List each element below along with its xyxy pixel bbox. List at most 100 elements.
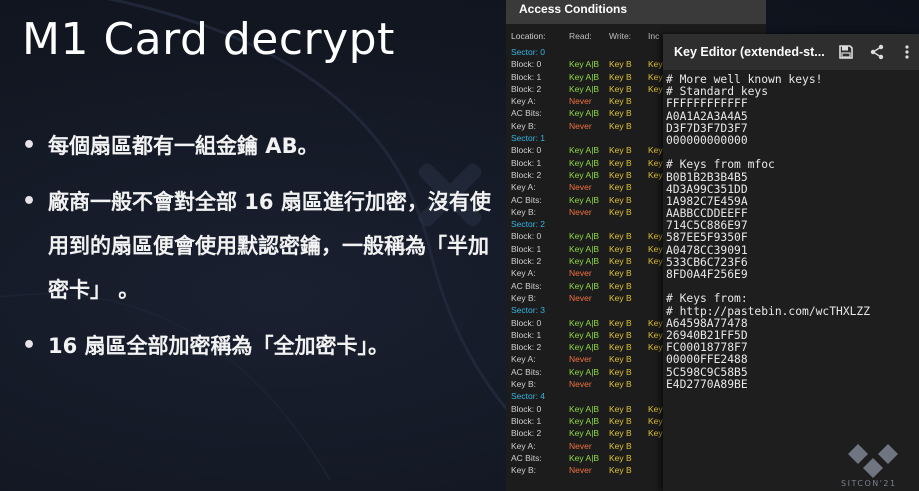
read-cell: Key A|B: [569, 452, 600, 463]
write-cell: Key B: [609, 452, 632, 463]
read-cell: Never: [569, 465, 592, 476]
write-cell: Key B: [609, 415, 632, 426]
share-icon[interactable]: [869, 44, 885, 60]
save-icon[interactable]: [838, 44, 854, 60]
location-cell: AC Bits:: [511, 452, 542, 463]
write-cell: Key B: [609, 169, 632, 180]
key-line: A0A1A2A3A4A5: [666, 109, 748, 123]
key-comment-line: # Keys from mfoc: [666, 158, 775, 172]
bullet-item: 16 扇區全部加密稱為「全加密卡」。: [22, 324, 502, 368]
read-cell: Key A|B: [569, 108, 600, 119]
write-cell: Key B: [609, 379, 632, 390]
sector-label: Sector: 4: [511, 391, 546, 402]
key-editor-window: Key Editor (extended-st... # More well k…: [663, 34, 919, 491]
key-line: 587EE5F9350F: [666, 231, 748, 245]
increment-cell: Key: [648, 415, 663, 426]
read-cell: Key A|B: [569, 317, 600, 328]
location-cell: Block: 2: [511, 342, 542, 353]
increment-cell: Key: [648, 157, 663, 168]
key-editor-title: Key Editor (extended-st...: [674, 45, 825, 59]
key-comment-line: # http://pastebin.com/wcTHXLZZ: [666, 304, 871, 318]
location-cell: Block: 2: [511, 83, 542, 94]
key-line: 000000000000: [666, 133, 748, 147]
read-cell: Key A|B: [569, 71, 600, 82]
write-cell: Key B: [609, 268, 632, 279]
write-cell: Key B: [609, 231, 632, 242]
write-cell: Key B: [609, 428, 632, 439]
access-conditions-header: Access Conditions: [506, 0, 766, 24]
key-line: 8FD0A4F256E9: [666, 268, 748, 281]
location-cell: Key B:: [511, 120, 537, 131]
location-cell: AC Bits:: [511, 366, 542, 377]
location-cell: Block: 1: [511, 329, 542, 340]
write-cell: Key B: [609, 280, 632, 291]
read-cell: Key A|B: [569, 145, 600, 156]
location-cell: Block: 0: [511, 317, 542, 328]
read-cell: Key A|B: [569, 169, 600, 180]
key-line: E4D2770A89BE: [666, 377, 748, 391]
write-cell: Key B: [609, 120, 632, 131]
increment-cell: Key: [648, 317, 663, 328]
write-cell: Key B: [609, 292, 632, 303]
key-line: FFFFFFFFFFFF: [666, 97, 748, 111]
location-cell: Key A:: [511, 354, 536, 365]
column-location: Location:: [511, 31, 546, 41]
read-cell: Key A|B: [569, 157, 600, 168]
key-line: B0B1B2B3B4B5: [666, 170, 748, 184]
increment-cell: Key: [648, 231, 663, 242]
sector-label: Sector: 2: [511, 219, 546, 230]
key-editor-toolbar: Key Editor (extended-st...: [663, 34, 919, 70]
write-cell: Key B: [609, 71, 632, 82]
location-cell: Key B:: [511, 292, 537, 303]
location-cell: Key B:: [511, 206, 537, 217]
increment-cell: Key: [648, 428, 663, 439]
bullet-list: 每個扇區都有一組金鑰 AB。 廠商一般不會對全部 16 扇區進行加密，沒有使用到…: [22, 124, 502, 380]
read-cell: Key A|B: [569, 415, 600, 426]
bullet-item: 每個扇區都有一組金鑰 AB。: [22, 124, 502, 168]
write-cell: Key B: [609, 59, 632, 70]
write-cell: Key B: [609, 96, 632, 107]
read-cell: Key A|B: [569, 366, 600, 377]
increment-cell: Key: [648, 83, 663, 94]
more-vert-icon[interactable]: [899, 44, 915, 60]
write-cell: Key B: [609, 108, 632, 119]
location-cell: Block: 1: [511, 157, 542, 168]
increment-cell: Key: [648, 59, 663, 70]
read-cell: Key A|B: [569, 231, 600, 242]
location-cell: Block: 2: [511, 428, 542, 439]
read-cell: Key A|B: [569, 59, 600, 70]
key-line: 5C598C9C58B5: [666, 365, 748, 379]
write-cell: Key B: [609, 243, 632, 254]
read-cell: Key A|B: [569, 83, 600, 94]
sitcon-logo-icon: [848, 444, 898, 478]
slide-title: M1 Card decrypt: [22, 14, 395, 65]
read-cell: Key A|B: [569, 403, 600, 414]
read-cell: Never: [569, 292, 592, 303]
read-cell: Never: [569, 440, 592, 451]
write-cell: Key B: [609, 317, 632, 328]
read-cell: Never: [569, 268, 592, 279]
read-cell: Never: [569, 120, 592, 131]
read-cell: Key A|B: [569, 428, 600, 439]
sector-label: Sector: 3: [511, 305, 546, 316]
write-cell: Key B: [609, 403, 632, 414]
read-cell: Key A|B: [569, 194, 600, 205]
increment-cell: Key: [648, 243, 663, 254]
key-comment-line: # Keys from:: [666, 292, 748, 306]
key-editor-text[interactable]: # More well known keys! # Standard keys FF…: [663, 70, 919, 391]
location-cell: Block: 1: [511, 415, 542, 426]
bullet-item: 廠商一般不會對全部 16 扇區進行加密，沒有使用到的扇區便會使用默認密鑰，一般稱…: [22, 180, 502, 312]
location-cell: Block: 2: [511, 256, 542, 267]
read-cell: Key A|B: [569, 243, 600, 254]
read-cell: Never: [569, 379, 592, 390]
increment-cell: Key: [648, 329, 663, 340]
write-cell: Key B: [609, 256, 632, 267]
location-cell: Key B:: [511, 465, 537, 476]
location-cell: Key A:: [511, 182, 536, 193]
key-line: 00000FFE2488: [666, 353, 748, 367]
location-cell: AC Bits:: [511, 108, 542, 119]
read-cell: Never: [569, 96, 592, 107]
location-cell: AC Bits:: [511, 194, 542, 205]
increment-cell: Key: [648, 256, 663, 267]
increment-cell: Key: [648, 71, 663, 82]
